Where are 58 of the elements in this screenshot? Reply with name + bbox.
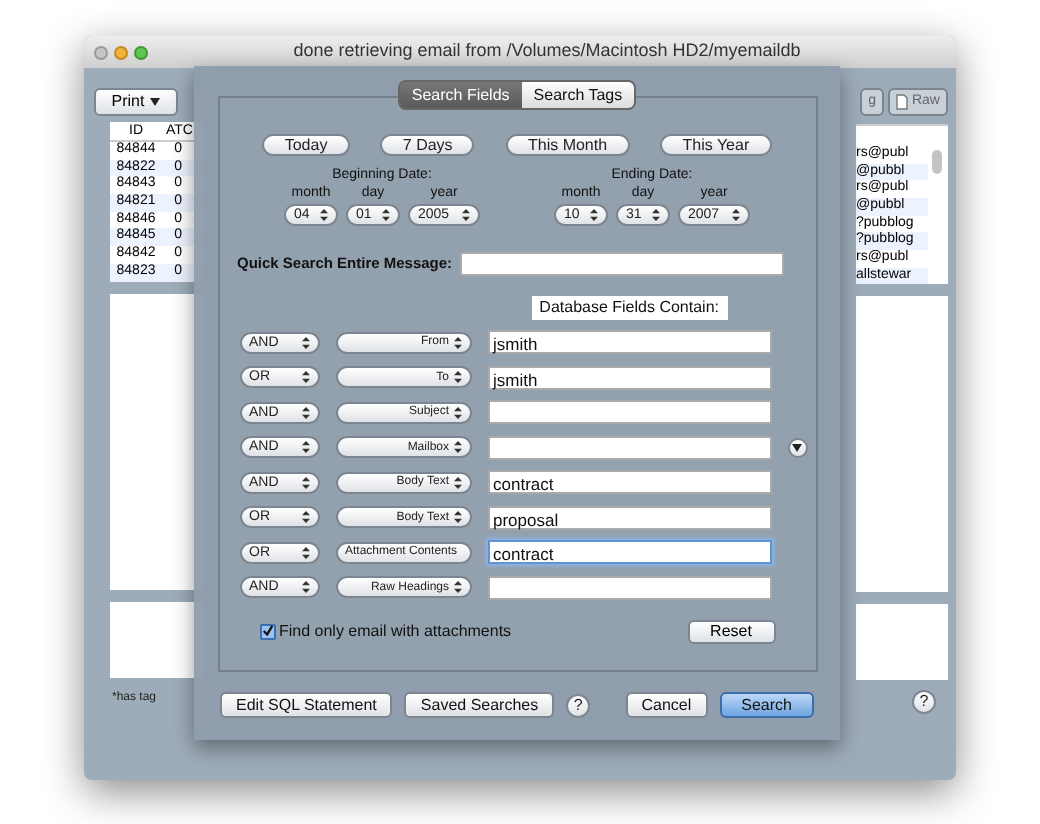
attachments-label: Find only email with attachments [279,619,512,643]
notes-pane [856,604,948,680]
window-title: done retrieving email from /Volumes/Macintosh HD2/myemaildb [291,38,803,65]
sheet-button[interactable]: Cancel [625,692,708,718]
criteria-field[interactable]: proposal [487,505,771,529]
updown-arrows-icon [301,510,309,524]
help-button[interactable]: ? [912,690,936,714]
down-triangle-icon [150,98,161,106]
attachments-checkbox[interactable] [259,623,275,639]
updown-arrows-icon [382,208,390,222]
criteria-field[interactable]: contract [487,540,771,564]
updown-arrows-icon [462,208,470,222]
updown-arrows-icon [453,440,461,454]
help-button[interactable]: ? [566,693,591,717]
tab[interactable]: Search Fields [399,82,522,108]
updown-arrows-icon [453,510,461,524]
criteria-field[interactable] [487,400,771,424]
updown-arrows-icon [301,405,309,419]
updown-arrows-icon [652,208,660,222]
tab[interactable]: Search Tags [521,82,635,108]
down-triangle-icon [792,443,802,451]
date-preset-button[interactable]: 7 Days [380,134,475,156]
print-button[interactable]: Print [94,88,178,116]
minimize-icon[interactable] [114,45,128,59]
updown-arrows-icon [453,370,461,384]
criteria-field[interactable] [487,575,771,599]
updown-arrows-icon [301,580,309,594]
reset-button[interactable]: Reset [687,619,775,643]
criteria-field[interactable]: jsmith [487,330,771,354]
document-icon [895,94,908,110]
close-icon[interactable] [94,45,108,59]
menu-button[interactable] [787,437,807,457]
updown-arrows-icon [453,335,461,349]
search-button[interactable]: Search [719,692,814,718]
criteria-field[interactable]: jsmith [487,365,771,389]
updown-arrows-icon [301,440,309,454]
criteria-field[interactable] [487,435,771,459]
updown-arrows-icon [301,335,309,349]
date-preset-button[interactable]: Today [262,134,350,156]
fields-header: Database Fields Contain: [531,296,727,320]
updown-arrows-icon [301,475,309,489]
updown-arrows-icon [453,405,461,419]
updown-arrows-icon [590,208,598,222]
date-preset-button[interactable]: This Year [660,134,772,156]
sheet-button[interactable]: Saved Searches [404,692,555,718]
sheet-button[interactable]: Edit SQL Statement [220,692,393,718]
zoom-icon[interactable] [134,45,148,59]
date-preset-button[interactable]: This Month [505,134,630,156]
updown-arrows-icon [301,370,309,384]
checkmark-icon [261,624,273,638]
updown-arrows-icon [453,475,461,489]
updown-arrows-icon [732,208,740,222]
updown-arrows-icon [453,580,461,594]
updown-arrows-icon [320,208,328,222]
scrollbar-thumb[interactable] [932,150,942,174]
updown-arrows-icon [301,545,309,559]
quick-search-field[interactable] [460,252,785,276]
criteria-field[interactable]: contract [487,470,771,494]
